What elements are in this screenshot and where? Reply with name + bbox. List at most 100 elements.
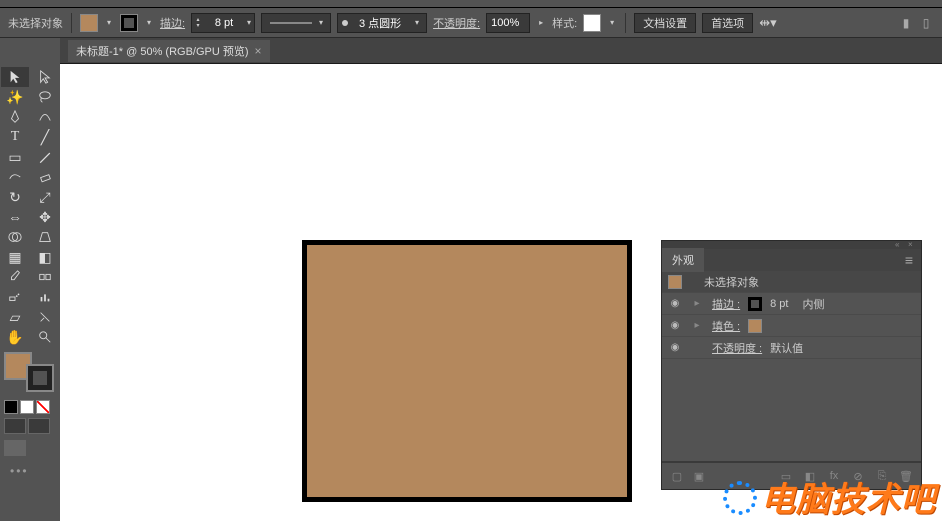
preferences-button[interactable]: 首选项 xyxy=(702,13,753,33)
document-tab-title: 未标题-1* @ 50% (RGB/GPU 预览) xyxy=(76,43,249,59)
symbol-sprayer-tool-icon[interactable] xyxy=(1,287,29,307)
stroke-weight-stepper[interactable]: ▴▾ ▾ xyxy=(191,13,255,33)
shaper-tool-icon[interactable] xyxy=(1,167,29,187)
profile-preview-icon xyxy=(270,22,312,24)
free-transform-tool-icon[interactable]: ✥ xyxy=(31,207,59,227)
opacity-prop-label[interactable]: 不透明度 : xyxy=(712,340,762,356)
add-fill-icon[interactable]: ◧ xyxy=(801,467,819,485)
eyedropper-tool-icon[interactable] xyxy=(1,267,29,287)
style-label: 样式: xyxy=(552,15,577,31)
gradient-tool-icon[interactable]: ◧ xyxy=(31,247,59,267)
add-stroke-icon[interactable]: ▭ xyxy=(777,467,795,485)
separator xyxy=(625,13,626,33)
appearance-tab[interactable]: 外观 xyxy=(662,248,704,272)
rectangle-tool-icon[interactable]: ▭ xyxy=(1,147,29,167)
object-thumb-icon xyxy=(668,275,682,289)
lasso-tool-icon[interactable] xyxy=(31,87,59,107)
canvas-rectangle-object[interactable] xyxy=(302,240,632,502)
panel-close-icon[interactable]: × xyxy=(908,242,918,248)
visibility-toggle-icon[interactable]: ◉ xyxy=(668,320,682,331)
color-swatch-icon[interactable] xyxy=(4,400,18,414)
stroke-weight-input[interactable] xyxy=(204,17,244,29)
opacity-prop-value[interactable]: 默认值 xyxy=(770,340,803,356)
document-tab[interactable]: 未标题-1* @ 50% (RGB/GPU 预览) × xyxy=(68,40,270,62)
paintbrush-tool-icon[interactable] xyxy=(31,147,59,167)
mesh-tool-icon[interactable]: ▦ xyxy=(1,247,29,267)
scale-tool-icon[interactable]: ⤢ xyxy=(31,187,59,207)
magic-wand-tool-icon[interactable]: ✨ xyxy=(1,87,29,107)
appearance-stroke-row[interactable]: ◉ ▸ 描边 : 8 pt 内侧 xyxy=(662,293,921,315)
duplicate-item-icon[interactable]: ⎘ xyxy=(873,467,891,485)
line-tool-icon[interactable]: ╱ xyxy=(31,127,59,147)
separator xyxy=(71,13,72,33)
opacity-label[interactable]: 不透明度: xyxy=(433,15,480,31)
draw-behind-icon[interactable] xyxy=(28,418,50,434)
shape-builder-tool-icon[interactable] xyxy=(1,227,29,247)
stroke-box[interactable] xyxy=(26,364,54,392)
stroke-dropdown-icon[interactable]: ▾ xyxy=(144,18,154,28)
toggle-icon[interactable]: ▢ xyxy=(668,467,686,485)
delete-item-icon[interactable]: 🗑 xyxy=(897,467,915,485)
stroke-prop-label[interactable]: 描边 : xyxy=(712,296,740,312)
object-label: 未选择对象 xyxy=(704,274,759,290)
document-setup-button[interactable]: 文档设置 xyxy=(634,13,696,33)
stroke-swatch[interactable] xyxy=(120,14,138,32)
rotate-tool-icon[interactable]: ↻ xyxy=(1,187,29,207)
stroke-weight-value[interactable]: 8 pt xyxy=(770,298,788,310)
brush-preview-icon xyxy=(342,20,348,26)
panel-collapse-icon[interactable]: « xyxy=(895,242,905,248)
gradient-swatch-icon[interactable] xyxy=(20,400,34,414)
screen-mode-icon[interactable] xyxy=(4,440,26,456)
perspective-tool-icon[interactable] xyxy=(31,227,59,247)
fill-swatch[interactable] xyxy=(80,14,98,32)
selection-tool-icon[interactable] xyxy=(1,67,29,87)
type-tool-icon[interactable]: T xyxy=(1,127,29,147)
appearance-opacity-row[interactable]: ◉ 不透明度 : 默认值 xyxy=(662,337,921,359)
appearance-fill-row[interactable]: ◉ ▸ 填色 : xyxy=(662,315,921,337)
visibility-toggle-icon[interactable]: ◉ xyxy=(668,298,682,309)
zoom-tool-icon[interactable] xyxy=(31,327,59,347)
stroke-label[interactable]: 描边: xyxy=(160,15,185,31)
opacity-dropdown-icon[interactable]: ▸ xyxy=(536,18,546,28)
artboard-tool-icon[interactable]: ▱ xyxy=(1,307,29,327)
align-icon[interactable]: ⇹▾ xyxy=(759,15,776,31)
width-tool-icon[interactable]: ⇔ xyxy=(1,207,29,227)
slice-tool-icon[interactable] xyxy=(31,307,59,327)
toggle-icon-2[interactable]: ▣ xyxy=(690,467,708,485)
stroke-align-value: 内侧 xyxy=(802,296,824,312)
edit-toolbar-icon[interactable]: ••• xyxy=(0,460,60,482)
style-swatch[interactable] xyxy=(583,14,601,32)
curvature-tool-icon[interactable] xyxy=(31,107,59,127)
fill-dropdown-icon[interactable]: ▾ xyxy=(104,18,114,28)
tab-close-icon[interactable]: × xyxy=(255,44,262,58)
appearance-panel-footer: ▢ ▣ ▭ ◧ fx ⊘ ⎘ 🗑 xyxy=(662,461,921,489)
clear-appearance-icon[interactable]: ⊘ xyxy=(849,467,867,485)
none-swatch-icon[interactable] xyxy=(36,400,50,414)
link-col: ▸ xyxy=(690,320,704,331)
style-dropdown-icon[interactable]: ▾ xyxy=(607,18,617,28)
stroke-weight-dropdown-icon[interactable]: ▾ xyxy=(244,18,254,28)
document-tab-bar: 未标题-1* @ 50% (RGB/GPU 预览) × xyxy=(0,38,942,64)
profile-dropdown[interactable]: ▾ xyxy=(261,13,331,33)
opacity-input[interactable] xyxy=(486,13,530,33)
stroke-color-swatch[interactable] xyxy=(748,297,762,311)
link-col: ▸ xyxy=(690,298,704,309)
fill-color-swatch[interactable] xyxy=(748,319,762,333)
fill-prop-label[interactable]: 填色 : xyxy=(712,318,740,334)
panel-toggle-icon[interactable]: ▮ xyxy=(898,15,914,31)
hand-tool-icon[interactable]: ✋ xyxy=(1,327,29,347)
draw-normal-icon[interactable] xyxy=(4,418,26,434)
brush-dropdown[interactable]: 3 点圆形 ▾ xyxy=(337,13,427,33)
column-graph-tool-icon[interactable] xyxy=(31,287,59,307)
blend-tool-icon[interactable] xyxy=(31,267,59,287)
panel-menu-icon[interactable]: ≡ xyxy=(897,252,921,268)
fill-stroke-control[interactable] xyxy=(4,352,54,392)
eraser-tool-icon[interactable] xyxy=(31,167,59,187)
panel-toggle-icon-2[interactable]: ▯ xyxy=(918,15,934,31)
no-selection-label: 未选择对象 xyxy=(8,15,63,31)
appearance-panel: « × 外观 ≡ 未选择对象 ◉ ▸ 描边 : 8 pt 内侧 ◉ ▸ 填色 :… xyxy=(661,240,922,490)
appearance-object-row[interactable]: 未选择对象 xyxy=(662,271,921,293)
direct-selection-tool-icon[interactable] xyxy=(31,67,59,87)
add-effect-icon[interactable]: fx xyxy=(825,467,843,485)
pen-tool-icon[interactable] xyxy=(1,107,29,127)
